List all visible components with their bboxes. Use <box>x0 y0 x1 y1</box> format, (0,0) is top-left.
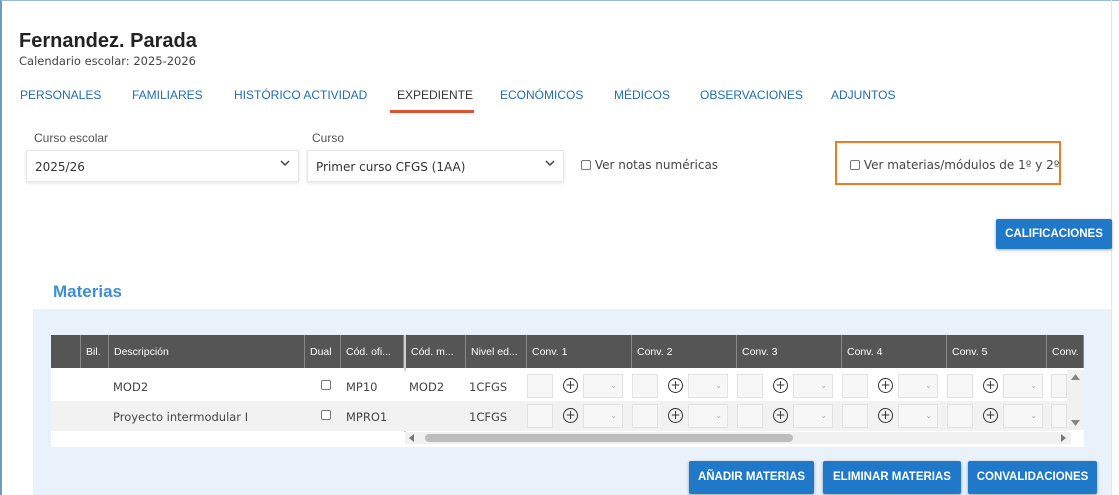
add-circle-icon[interactable]: + <box>668 378 683 393</box>
row-nivel: 1CFGS <box>469 380 508 394</box>
ver-materias-checkbox[interactable] <box>850 160 860 170</box>
curso-escolar-label: Curso escolar <box>34 131 109 145</box>
column-header-bil[interactable]: Bil. <box>81 335 109 368</box>
conv-2-select[interactable]: ⌄ <box>688 404 728 428</box>
materias-grid: Bil. Descripción Dual Cód. ofi... Cód. m… <box>51 335 1084 447</box>
conv-1-select[interactable]: ⌄ <box>583 404 623 428</box>
conv-4-input[interactable] <box>842 374 868 398</box>
column-header-conv-1[interactable]: Conv. 1 <box>527 335 632 368</box>
curso-label: Curso <box>312 131 345 145</box>
horizontal-scrollbar[interactable] <box>405 432 1071 444</box>
scroll-arrows-icon <box>1071 374 1080 426</box>
column-header-select <box>51 335 81 368</box>
curso-select[interactable]: Primer curso CFGS (1AA) <box>307 150 564 182</box>
row-cod-oficial: MPRO1 <box>346 410 388 424</box>
tab-medicos[interactable]: MÉDICOS <box>614 88 670 102</box>
curso-escolar-value: 2025/26 <box>35 160 85 174</box>
row-cod-oficial: MP10 <box>346 380 378 394</box>
ver-materias-option[interactable]: Ver materias/módulos de 1º y 2º <box>850 158 1059 172</box>
add-circle-icon[interactable]: + <box>878 378 893 393</box>
vertical-scrollbar[interactable] <box>1067 370 1084 430</box>
horizontal-scroll-thumb[interactable] <box>425 434 793 442</box>
column-header-cod-materia[interactable]: Cód. m... <box>406 335 466 368</box>
conv-3-input[interactable] <box>737 404 763 428</box>
conv-5-input[interactable] <box>947 404 973 428</box>
conv-5-input[interactable] <box>947 374 973 398</box>
materias-title: Materias <box>53 282 122 301</box>
column-header-cod-oficial[interactable]: Cód. ofi... <box>341 335 404 368</box>
column-header-conv-2[interactable]: Conv. 2 <box>632 335 737 368</box>
chevron-down-icon <box>545 160 555 167</box>
row-descripcion: Proyecto intermodular I <box>113 410 249 424</box>
curso-escolar-select[interactable]: 2025/26 <box>26 150 299 182</box>
ver-notas-label: Ver notas numéricas <box>594 158 719 172</box>
add-circle-icon[interactable]: + <box>983 378 998 393</box>
conv-4-select[interactable]: ⌄ <box>898 404 938 428</box>
active-tab-indicator <box>390 110 474 113</box>
ver-notas-option[interactable]: Ver notas numéricas <box>581 158 718 172</box>
chevron-down-icon <box>280 160 290 167</box>
add-circle-icon[interactable]: + <box>878 408 893 423</box>
column-header-conv-5[interactable]: Conv. 5 <box>947 335 1047 368</box>
tab-economicos[interactable]: ECONÓMICOS <box>500 88 583 102</box>
scroll-left-icon[interactable] <box>408 434 416 442</box>
eliminar-materias-button[interactable]: ELIMINAR MATERIAS <box>823 461 961 494</box>
conv-3-input[interactable] <box>737 374 763 398</box>
student-name: Fernandez. Parada <box>19 30 197 52</box>
conv-1-input[interactable] <box>527 404 553 428</box>
add-circle-icon[interactable]: + <box>563 408 578 423</box>
conv-4-input[interactable] <box>842 404 868 428</box>
column-header-nivel[interactable]: Nivel ed... <box>466 335 527 368</box>
column-header-conv-4[interactable]: Conv. 4 <box>842 335 947 368</box>
conv-6-input[interactable] <box>1051 404 1067 428</box>
add-circle-icon[interactable]: + <box>773 408 788 423</box>
table-row[interactable]: Proyecto intermodular I MPRO1 1CFGS + ⌄ … <box>51 401 1067 431</box>
calificaciones-button[interactable]: CALIFICACIONES <box>996 219 1112 249</box>
table-row[interactable]: MOD2 MP10 MOD2 1CFGS + ⌄ + ⌄ + ⌄ + ⌄ + ⌄ <box>51 371 1067 401</box>
conv-2-input[interactable] <box>632 374 658 398</box>
anadir-materias-button[interactable]: AÑADIR MATERIAS <box>689 461 814 494</box>
dual-checkbox[interactable] <box>321 410 331 420</box>
add-circle-icon[interactable]: + <box>773 378 788 393</box>
scroll-right-icon[interactable] <box>1059 434 1067 442</box>
tab-bar: PERSONALES FAMILIARES HISTÓRICO ACTIVIDA… <box>0 88 1110 114</box>
tab-familiares[interactable]: FAMILIARES <box>132 88 203 102</box>
ver-materias-label: Ver materias/módulos de 1º y 2º <box>863 158 1060 172</box>
row-cod-materia: MOD2 <box>409 380 445 394</box>
conv-3-select[interactable]: ⌄ <box>793 374 833 398</box>
tab-observaciones[interactable]: OBSERVACIONES <box>700 88 803 102</box>
column-header-dual[interactable]: Dual <box>305 335 341 368</box>
ver-notas-checkbox[interactable] <box>581 160 591 170</box>
add-circle-icon[interactable]: + <box>668 408 683 423</box>
column-header-descripcion[interactable]: Descripción <box>109 335 305 368</box>
tab-personales[interactable]: PERSONALES <box>20 88 101 102</box>
conv-4-select[interactable]: ⌄ <box>898 374 938 398</box>
conv-1-select[interactable]: ⌄ <box>583 374 623 398</box>
conv-6-input[interactable] <box>1051 374 1067 398</box>
tab-adjuntos[interactable]: ADJUNTOS <box>831 88 895 102</box>
add-circle-icon[interactable]: + <box>983 408 998 423</box>
dual-checkbox[interactable] <box>321 380 331 390</box>
convalidaciones-button[interactable]: CONVALIDACIONES <box>968 461 1097 494</box>
add-circle-icon[interactable]: + <box>563 378 578 393</box>
column-header-conv-6[interactable]: Conv. <box>1047 335 1084 368</box>
row-nivel: 1CFGS <box>469 410 508 424</box>
row-descripcion: MOD2 <box>113 380 149 394</box>
conv-2-input[interactable] <box>632 404 658 428</box>
conv-5-select[interactable]: ⌄ <box>1003 374 1043 398</box>
tab-historico-actividad[interactable]: HISTÓRICO ACTIVIDAD <box>234 88 367 102</box>
curso-value: Primer curso CFGS (1AA) <box>316 160 466 174</box>
calendar-label: Calendario escolar: 2025-2026 <box>19 54 197 68</box>
conv-2-select[interactable]: ⌄ <box>688 374 728 398</box>
conv-1-input[interactable] <box>527 374 553 398</box>
conv-5-select[interactable]: ⌄ <box>1003 404 1043 428</box>
column-header-conv-3[interactable]: Conv. 3 <box>737 335 842 368</box>
conv-3-select[interactable]: ⌄ <box>793 404 833 428</box>
tab-expediente[interactable]: EXPEDIENTE <box>397 88 473 102</box>
